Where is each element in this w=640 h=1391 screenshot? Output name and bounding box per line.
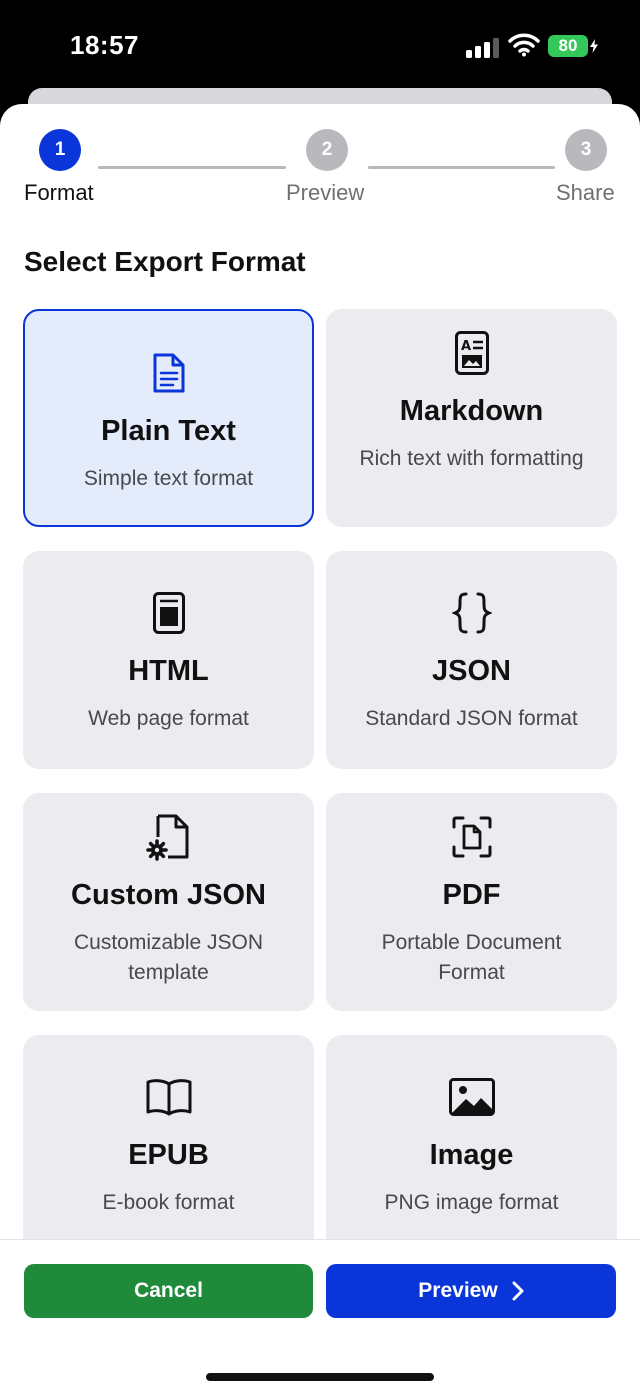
- document-viewfinder-icon: [451, 811, 493, 863]
- chevron-right-icon: [512, 1281, 524, 1301]
- charging-bolt-icon: [590, 39, 598, 53]
- book-icon: [145, 1071, 193, 1123]
- step-3-label: Share: [556, 180, 615, 205]
- status-time: 18:57: [70, 30, 139, 60]
- format-title: Image: [429, 1139, 514, 1171]
- format-title: EPUB: [128, 1139, 209, 1171]
- step-1-number: 1: [54, 139, 66, 160]
- preview-button-label: Preview: [418, 1279, 498, 1302]
- home-indicator[interactable]: [206, 1373, 434, 1381]
- format-card-html[interactable]: HTML Web page format: [23, 551, 314, 769]
- format-title: Markdown: [399, 395, 544, 427]
- format-card-image[interactable]: Image PNG image format: [326, 1035, 617, 1253]
- step-connector-1: [98, 166, 286, 169]
- format-card-json[interactable]: JSON Standard JSON format: [326, 551, 617, 769]
- photo-icon: [448, 1071, 496, 1123]
- format-subtitle: Standard JSON format: [365, 707, 578, 730]
- format-subtitle: PNG image format: [384, 1191, 559, 1214]
- preview-button[interactable]: Preview: [326, 1264, 616, 1318]
- webpage-icon: [152, 587, 186, 639]
- step-connector-2: [368, 166, 555, 169]
- document-text-icon: [151, 347, 187, 399]
- format-subtitle: Web page format: [88, 707, 249, 730]
- bottom-action-bar: Cancel Preview: [0, 1239, 640, 1391]
- format-title: HTML: [128, 655, 209, 687]
- step-1-indicator: 1: [39, 129, 81, 171]
- richtext-document-icon: A: [454, 327, 490, 379]
- format-card-markdown[interactable]: A Markdown Rich text with formatting: [326, 309, 617, 527]
- wifi-icon: [508, 33, 540, 57]
- format-subtitle: Customizable JSON template: [73, 931, 264, 984]
- format-subtitle: E-book format: [102, 1191, 235, 1214]
- cancel-button-label: Cancel: [134, 1279, 203, 1302]
- step-3-indicator: 3: [565, 129, 607, 171]
- section-title: Select Export Format: [24, 246, 306, 277]
- format-title: JSON: [432, 655, 511, 687]
- export-screen: 18:57 80 1 2 3 Format Preview Share Sele…: [0, 0, 640, 1391]
- status-bar: 18:57 80: [0, 0, 640, 96]
- format-grid: Plain Text Simple text format A Markdown: [23, 309, 617, 1253]
- step-2-indicator: 2: [306, 129, 348, 171]
- format-card-epub[interactable]: EPUB E-book format: [23, 1035, 314, 1253]
- step-1-label: Format: [24, 180, 94, 205]
- cancel-button[interactable]: Cancel: [24, 1264, 313, 1318]
- document-gear-icon: [145, 811, 192, 863]
- battery-indicator: 80: [548, 35, 588, 57]
- format-card-custom-json[interactable]: Custom JSON Customizable JSON template: [23, 793, 314, 1011]
- format-subtitle: Rich text with formatting: [359, 447, 584, 470]
- format-subtitle: Simple text format: [83, 467, 254, 490]
- format-card-plain-text[interactable]: Plain Text Simple text format: [23, 309, 314, 527]
- step-2-label: Preview: [286, 180, 365, 205]
- curly-braces-icon: [451, 587, 492, 639]
- step-2-number: 2: [321, 139, 333, 160]
- format-title: Custom JSON: [71, 879, 266, 911]
- svg-text:A: A: [461, 339, 471, 354]
- format-title: PDF: [442, 879, 501, 911]
- format-title: Plain Text: [101, 415, 236, 447]
- export-sheet: 1 2 3 Format Preview Share Select Export…: [0, 104, 640, 1391]
- battery-level: 80: [558, 36, 578, 55]
- cellular-signal-icon: [466, 38, 499, 58]
- format-card-pdf[interactable]: PDF Portable Document Format: [326, 793, 617, 1011]
- format-subtitle: Portable Document Format: [381, 931, 562, 984]
- step-3-number: 3: [580, 139, 592, 160]
